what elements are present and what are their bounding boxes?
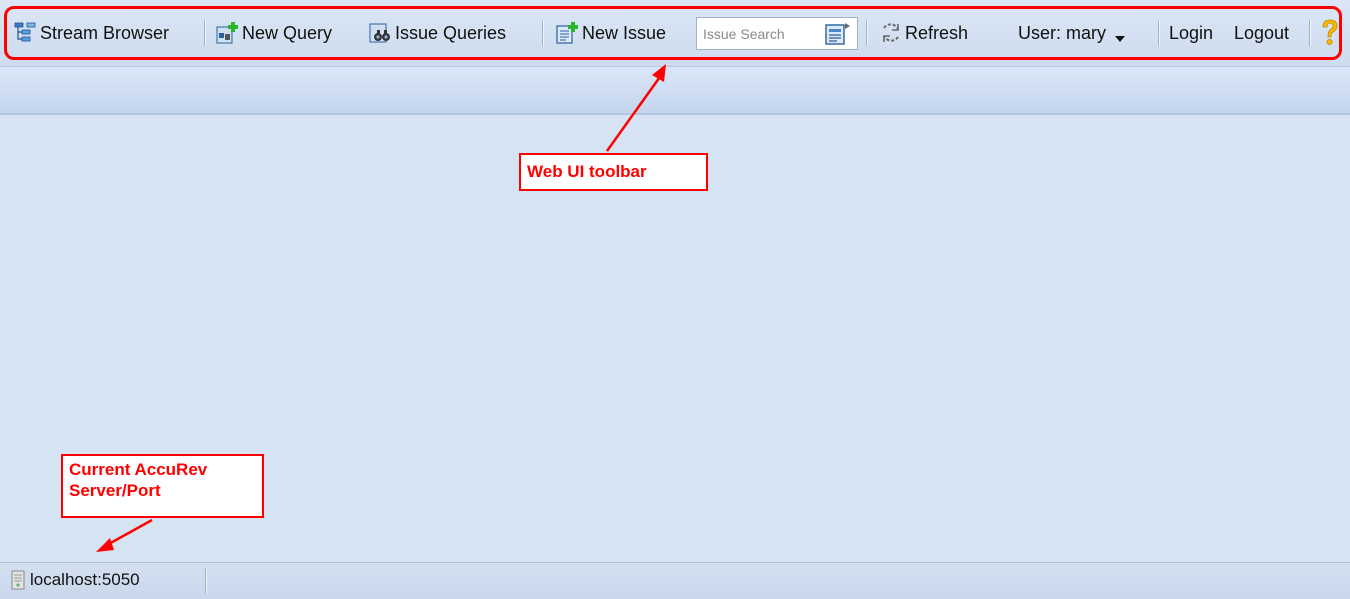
- stream-browser-button[interactable]: Stream Browser: [14, 18, 169, 48]
- user-menu-label: User: mary: [1018, 22, 1107, 43]
- new-query-label: New Query: [242, 22, 333, 43]
- refresh-icon: [879, 21, 903, 45]
- server-icon: [10, 570, 26, 590]
- secondary-toolbar: [0, 67, 1350, 115]
- help-icon: [1319, 18, 1341, 48]
- stream-tree-icon: [14, 21, 38, 45]
- toolbar-annotation-text: Web UI toolbar: [527, 162, 647, 181]
- toolbar-separator: [866, 20, 868, 46]
- new-query-button[interactable]: New Query: [216, 18, 332, 48]
- server-status: localhost:5050: [10, 570, 140, 590]
- search-icon[interactable]: [825, 22, 851, 46]
- chevron-down-icon: [1114, 28, 1126, 42]
- logout-link[interactable]: Logout: [1234, 18, 1289, 48]
- web-ui-toolbar: Stream Browser New Query Issue Queries N…: [0, 0, 1350, 67]
- issue-search-input[interactable]: [703, 22, 821, 46]
- server-annotation-callout: Current AccuRev Server/Port: [61, 454, 264, 518]
- issue-queries-button[interactable]: Issue Queries: [369, 18, 506, 48]
- new-query-icon: [216, 21, 240, 45]
- new-issue-icon: [556, 21, 580, 45]
- toolbar-separator: [542, 20, 544, 46]
- new-issue-label: New Issue: [582, 22, 667, 43]
- status-bar: localhost:5050: [0, 562, 1350, 599]
- server-annotation-line2: Server/Port: [69, 481, 161, 500]
- toolbar-separator: [204, 20, 206, 46]
- refresh-label: Refresh: [905, 22, 969, 43]
- toolbar-annotation-callout: Web UI toolbar: [519, 153, 708, 191]
- binoculars-icon: [369, 21, 393, 45]
- new-issue-button[interactable]: New Issue: [556, 18, 666, 48]
- refresh-button[interactable]: Refresh: [879, 18, 968, 48]
- help-button[interactable]: [1319, 18, 1341, 48]
- stream-browser-label: Stream Browser: [40, 22, 170, 43]
- user-menu[interactable]: User: mary: [1018, 18, 1126, 48]
- logout-label: Logout: [1234, 22, 1290, 43]
- login-label: Login: [1169, 22, 1214, 43]
- toolbar-separator: [1309, 20, 1311, 46]
- issue-search-box: [696, 17, 858, 50]
- server-port-label: localhost:5050: [30, 570, 140, 589]
- issue-queries-label: Issue Queries: [395, 22, 507, 43]
- server-annotation-line1: Current AccuRev: [69, 460, 208, 479]
- toolbar-separator: [1158, 20, 1160, 46]
- status-separator: [205, 568, 207, 594]
- login-link[interactable]: Login: [1169, 18, 1213, 48]
